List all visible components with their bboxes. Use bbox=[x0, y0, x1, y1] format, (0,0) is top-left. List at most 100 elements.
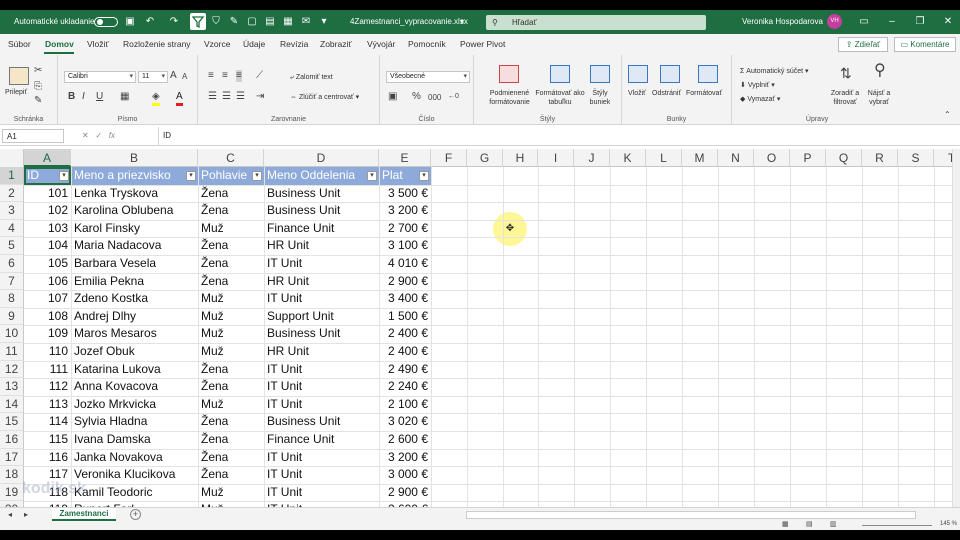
table-cell[interactable]: HR Unit bbox=[264, 273, 379, 291]
table-cell[interactable]: 112 bbox=[24, 378, 71, 396]
column-header-a[interactable]: A bbox=[24, 149, 71, 167]
align-left-icon[interactable]: ☰ bbox=[208, 91, 217, 103]
table-cell[interactable]: Muž bbox=[198, 484, 264, 502]
column-header-j[interactable]: J bbox=[574, 149, 610, 167]
paste-icon[interactable] bbox=[9, 67, 29, 85]
table-cell[interactable]: 2 490 € bbox=[379, 361, 431, 379]
table-cell[interactable]: 3 020 € bbox=[379, 413, 431, 431]
table-cell[interactable]: Žena bbox=[198, 185, 264, 203]
normal-view-icon[interactable]: ▦ bbox=[782, 519, 789, 530]
insert-cells-icon[interactable] bbox=[628, 65, 648, 83]
table-header-cell[interactable]: Meno Oddelenia bbox=[264, 167, 379, 185]
table-cell[interactable]: Business Unit bbox=[264, 325, 379, 343]
format-cells-label[interactable]: Formátovať bbox=[686, 89, 722, 98]
comments-button[interactable]: ▭ Komentáre bbox=[894, 37, 956, 52]
format-as-table-icon[interactable] bbox=[550, 65, 570, 83]
cancel-icon[interactable]: ✕ bbox=[82, 131, 89, 140]
table-cell[interactable]: Finance Unit bbox=[264, 220, 379, 238]
tab-vyvojar[interactable]: Vývojár bbox=[367, 39, 395, 49]
worksheet-grid[interactable]: ABCDEFGHIJKLMNOPQRST ID ▾ Meno a priezvisk… bbox=[0, 149, 952, 507]
column-header-o[interactable]: O bbox=[754, 149, 790, 167]
table-cell[interactable]: 107 bbox=[24, 290, 71, 308]
enter-icon[interactable]: ✓ bbox=[95, 131, 102, 140]
table-cell[interactable]: 2 400 € bbox=[379, 325, 431, 343]
filter-dropdown-icon[interactable]: ▾ bbox=[419, 171, 429, 181]
tab-udaje[interactable]: Údaje bbox=[243, 39, 265, 49]
table-cell[interactable]: 3 200 € bbox=[379, 449, 431, 467]
table-cell[interactable]: HR Unit bbox=[264, 237, 379, 255]
align-bottom-icon[interactable]: ≡ bbox=[236, 70, 242, 82]
fill-button[interactable]: ⬇ Vyplniť ▾ bbox=[740, 81, 775, 90]
copy-icon[interactable]: ⎘ bbox=[34, 81, 42, 93]
row-header-12[interactable]: 12 bbox=[0, 360, 24, 379]
formula-input[interactable]: ID bbox=[158, 127, 948, 145]
table-cell[interactable]: 3 000 € bbox=[379, 466, 431, 484]
table-cell[interactable]: Finance Unit bbox=[264, 431, 379, 449]
table-cell[interactable]: IT Unit bbox=[264, 396, 379, 414]
row-header-19[interactable]: 19 bbox=[0, 483, 24, 502]
clear-filter-icon[interactable]: ⛉ bbox=[210, 15, 222, 28]
column-header-m[interactable]: M bbox=[682, 149, 718, 167]
align-top-icon[interactable]: ≡ bbox=[208, 70, 214, 82]
column-header-f[interactable]: F bbox=[431, 149, 467, 167]
table-cell[interactable]: 2 100 € bbox=[379, 396, 431, 414]
email-icon[interactable]: ✉ bbox=[300, 15, 312, 28]
vertical-scrollbar[interactable] bbox=[952, 149, 960, 507]
column-header-s[interactable]: S bbox=[898, 149, 934, 167]
tab-power-pivot[interactable]: Power Pivot bbox=[460, 39, 505, 49]
open-file-icon[interactable]: ▤ bbox=[264, 15, 276, 28]
row-header-16[interactable]: 16 bbox=[0, 431, 24, 449]
delete-cells-icon[interactable] bbox=[660, 65, 680, 83]
table-cell[interactable]: Veronika Klucikova bbox=[71, 466, 198, 484]
table-cell[interactable]: IT Unit bbox=[264, 378, 379, 396]
table-cell[interactable]: Maros Mesaros bbox=[71, 325, 198, 343]
table-cell[interactable]: 103 bbox=[24, 220, 71, 238]
tab-domov[interactable]: Domov bbox=[45, 39, 74, 49]
table-cell[interactable]: 111 bbox=[24, 361, 71, 379]
table-cell[interactable]: Business Unit bbox=[264, 413, 379, 431]
table-cell[interactable]: Karol Finsky bbox=[71, 220, 198, 238]
picture-icon[interactable]: ▦ bbox=[282, 15, 294, 28]
table-cell[interactable]: Žena bbox=[198, 378, 264, 396]
table-cell[interactable]: Žena bbox=[198, 466, 264, 484]
cut-icon[interactable]: ✂ bbox=[34, 65, 42, 77]
table-cell[interactable]: Barbara Vesela bbox=[71, 255, 198, 273]
tab-pomocnik[interactable]: Pomocník bbox=[408, 39, 446, 49]
percent-icon[interactable]: % bbox=[412, 91, 421, 103]
format-painter-icon[interactable]: ✎ bbox=[34, 95, 42, 107]
table-cell[interactable]: Muž bbox=[198, 220, 264, 238]
table-cell[interactable]: 3 100 € bbox=[379, 237, 431, 255]
italic-button[interactable]: I bbox=[82, 91, 85, 103]
row-header-1[interactable]: 1 bbox=[0, 167, 24, 185]
row-header-4[interactable]: 4 bbox=[0, 219, 24, 238]
find-select-icon[interactable]: ⚲ bbox=[874, 63, 886, 79]
avatar[interactable]: VH bbox=[827, 14, 842, 29]
table-cell[interactable]: Maria Nadacova bbox=[71, 237, 198, 255]
table-cell[interactable]: Janka Novakova bbox=[71, 449, 198, 467]
minimize-icon[interactable]: – bbox=[886, 15, 898, 28]
format-as-table-label[interactable]: Formátovať ako tabuľku bbox=[534, 89, 586, 107]
table-cell[interactable]: 101 bbox=[24, 185, 71, 203]
scroll-sheets-right-icon[interactable]: ▸ bbox=[24, 509, 28, 521]
customize-toolbar-icon[interactable]: ▾ bbox=[318, 15, 330, 28]
tab-rozlozenie-strany[interactable]: Rozloženie strany bbox=[123, 39, 191, 49]
table-header-cell[interactable]: Meno a priezvisko bbox=[71, 167, 198, 185]
table-cell[interactable]: Support Unit bbox=[264, 308, 379, 326]
autosum-button[interactable]: Σ Automatický súčet ▾ bbox=[740, 67, 809, 76]
accounting-format-icon[interactable]: ▣ bbox=[388, 91, 397, 103]
table-cell[interactable]: 1 500 € bbox=[379, 308, 431, 326]
borders-icon[interactable]: ▦ bbox=[120, 91, 129, 103]
increase-font-icon[interactable]: A bbox=[170, 70, 177, 82]
table-cell[interactable]: 115 bbox=[24, 431, 71, 449]
table-cell[interactable]: Žena bbox=[198, 202, 264, 220]
row-header-18[interactable]: 18 bbox=[0, 466, 24, 484]
filter-dropdown-icon[interactable]: ▾ bbox=[367, 171, 377, 181]
autosave-toggle[interactable] bbox=[94, 17, 118, 27]
table-cell[interactable]: IT Unit bbox=[264, 466, 379, 484]
table-cell[interactable]: 2 400 € bbox=[379, 343, 431, 361]
table-cell[interactable]: Anna Kovacova bbox=[71, 378, 198, 396]
user-name[interactable]: Veronika Hospodarova bbox=[742, 17, 823, 26]
table-cell[interactable]: 104 bbox=[24, 237, 71, 255]
table-cell[interactable]: Business Unit bbox=[264, 185, 379, 203]
restore-icon[interactable]: ❐ bbox=[914, 15, 926, 28]
